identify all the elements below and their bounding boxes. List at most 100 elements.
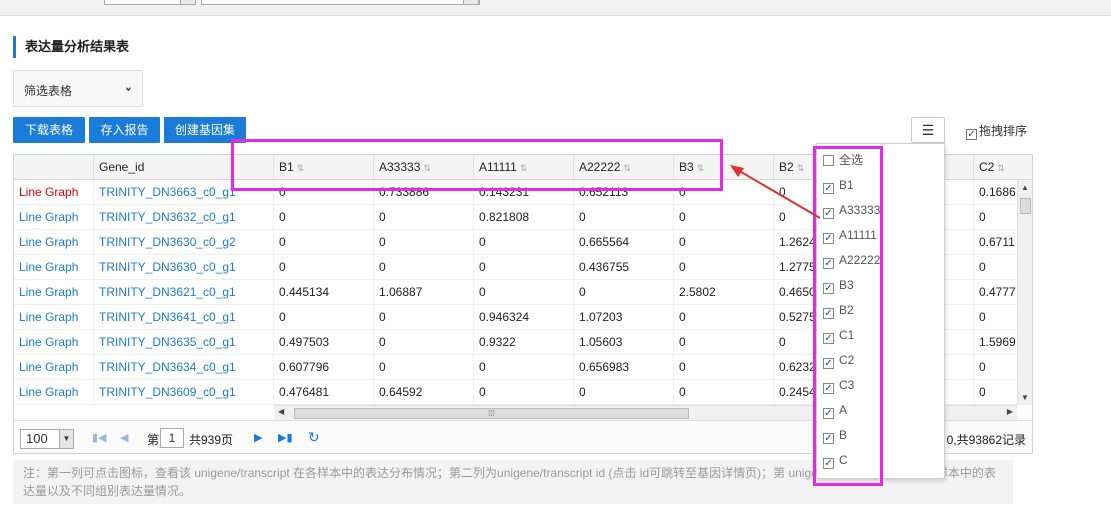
top-toolbar [0,0,1111,16]
column-checkbox[interactable]: ✓ [823,458,834,469]
top-select-2-button[interactable] [463,0,479,5]
top-select-2[interactable] [201,0,480,5]
column-checkbox[interactable]: ✓ [823,208,834,219]
value-cell: 0 [674,305,774,330]
column-option[interactable]: ✓ B3 [823,273,883,298]
column-option-label: A22222 [839,253,881,267]
column-checkbox[interactable]: ✓ [823,333,834,344]
column-option[interactable]: ✓ B2 [823,298,883,323]
value-cell: 0 [374,355,474,380]
column-checkbox[interactable]: ✓ [823,233,834,244]
line-graph-link[interactable]: Line Graph [14,305,94,330]
line-graph-link[interactable]: Line Graph [14,180,94,205]
column-option-label: B1 [839,178,854,192]
line-graph-link[interactable]: Line Graph [14,280,94,305]
gene-id-link[interactable]: TRINITY_DN3609_c0_g1 [94,380,274,405]
gene-id-link[interactable]: TRINITY_DN3632_c0_g1 [94,205,274,230]
column-option-label: B2 [839,303,854,317]
download-table-button[interactable]: 下载表格 [13,117,85,143]
drag-sort-checkbox[interactable]: ✓ [966,129,977,140]
line-graph-link[interactable]: Line Graph [14,330,94,355]
header-cell-sample[interactable]: C2 ⇅ [974,155,1032,180]
column-option[interactable]: ✓ A22222 [823,248,883,273]
column-checkbox[interactable]: ✓ [823,358,834,369]
column-menu-button[interactable]: ☰ [911,117,945,143]
header-cell-sample[interactable]: B1 ⇅ [274,155,374,180]
gene-id-link[interactable]: TRINITY_DN3635_c0_g1 [94,330,274,355]
column-checkbox[interactable]: ✓ [823,308,834,319]
page-size-value: 100 [26,431,48,446]
column-option[interactable]: 全选 [823,148,883,173]
column-checkbox[interactable]: ✓ [823,258,834,269]
column-chooser-dropdown: 全选 ✓ B1 ✓ A33333 ✓ A11111 ✓ A22222 ✓ B3 ✓ B2 ✓ C1 ✓ C2 ✓ C… [816,143,945,479]
column-checkbox[interactable]: ✓ [823,408,834,419]
gene-id-link[interactable]: TRINITY_DN3634_c0_g1 [94,355,274,380]
prev-page-icon[interactable]: ◀ [120,431,128,444]
header-cell-sample[interactable]: B3 ⇅ [674,155,774,180]
column-option[interactable]: ✓ C3 [823,373,883,398]
gene-id-link[interactable]: TRINITY_DN3630_c0_g2 [94,230,274,255]
line-graph-link[interactable]: Line Graph [14,355,94,380]
line-graph-link[interactable]: Line Graph [14,230,94,255]
value-cell: 0.476481 [274,380,374,405]
column-option[interactable]: ✓ C2 [823,348,883,373]
gene-id-link[interactable]: TRINITY_DN3630_c0_g1 [94,255,274,280]
value-cell: 0.946324 [474,305,574,330]
gene-id-link[interactable]: TRINITY_DN3641_c0_g1 [94,305,274,330]
horizontal-scroll-thumb[interactable]: ⁞⁞⁞ [294,408,689,419]
value-cell: 0 [274,305,374,330]
line-graph-link[interactable]: Line Graph [14,255,94,280]
sort-icon[interactable]: ⇅ [297,163,305,173]
column-option[interactable]: ✓ A11111 [823,223,883,248]
column-option[interactable]: ✓ A [823,398,883,423]
vertical-scrollbar[interactable]: ▲ ▼ [1017,180,1032,405]
line-graph-link[interactable]: Line Graph [14,380,94,405]
sort-icon[interactable]: ⇅ [623,163,631,173]
column-option[interactable]: ✓ C [823,448,883,473]
filter-table-toggle[interactable]: 筛选表格 ⌄ ⌄ [13,70,143,107]
column-option[interactable]: ✓ B [823,423,883,448]
column-option[interactable]: ✓ B1 [823,173,883,198]
column-checkbox[interactable]: ✓ [823,183,834,194]
value-cell: 0 [674,330,774,355]
gene-id-link[interactable]: TRINITY_DN3621_c0_g1 [94,280,274,305]
first-page-icon[interactable]: ▮◀ [92,431,107,444]
drag-sort-toggle[interactable]: ✓ 拖拽排序 [966,122,1027,140]
gene-id-link[interactable]: TRINITY_DN3663_c0_g1 [94,180,274,205]
column-option[interactable]: ✓ A33333 [823,198,883,223]
sort-icon[interactable]: ⇅ [797,163,805,173]
page-size-select[interactable]: 100 ▼ [20,429,74,449]
double-chevron-down-icon: ⌄ ⌄ [123,81,133,94]
header-cell-sample[interactable]: A22222 ⇅ [574,155,674,180]
save-to-report-button[interactable]: 存入报告 [89,117,160,143]
value-cell: 0.9322 [474,330,574,355]
create-gene-set-button[interactable]: 创建基因集 [164,117,246,143]
dropdown-arrow-icon[interactable]: ▼ [59,430,73,448]
column-checkbox[interactable]: ✓ [823,433,834,444]
header-cell-sample[interactable]: A11111 ⇅ [474,155,574,180]
value-cell: 0.497503 [274,330,374,355]
page-prefix-label: 第 [147,433,160,447]
sort-icon[interactable]: ⇅ [697,163,705,173]
scroll-up-icon[interactable]: ▲ [1021,183,1029,192]
page-number-input[interactable]: 1 [160,428,184,448]
line-graph-link[interactable]: Line Graph [14,205,94,230]
sort-icon[interactable]: ⇅ [997,163,1005,173]
vertical-scroll-thumb[interactable] [1020,198,1031,214]
top-select-1-button[interactable] [180,0,196,5]
value-cell: 0 [974,380,1017,405]
last-page-icon[interactable]: ▶▮ [278,431,293,444]
refresh-icon[interactable]: ↻ [308,429,320,446]
column-checkbox[interactable]: ✓ [823,283,834,294]
header-cell-sample[interactable]: A33333 ⇅ [374,155,474,180]
next-page-icon[interactable]: ▶ [254,431,262,444]
column-checkbox[interactable]: ✓ [823,383,834,394]
scroll-down-icon[interactable]: ▼ [1021,393,1029,402]
sort-icon[interactable]: ⇅ [423,163,431,173]
scroll-right-icon[interactable]: ▶ [1007,407,1013,416]
scroll-left-icon[interactable]: ◀ [278,407,284,416]
value-cell: 0 [674,355,774,380]
column-checkbox[interactable] [823,155,834,166]
sort-icon[interactable]: ⇅ [520,163,528,173]
column-option[interactable]: ✓ C1 [823,323,883,348]
